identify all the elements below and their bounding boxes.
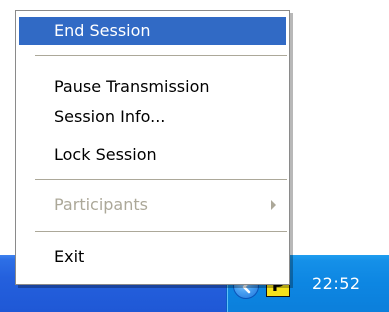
menu-separator [35, 55, 287, 56]
tray-clock[interactable]: 22:52 [312, 274, 361, 293]
menu-item-participants: Participants [19, 191, 286, 219]
menu-item-session-info[interactable]: Session Info... [19, 103, 286, 131]
menu-separator [35, 231, 287, 232]
context-menu: End Session Pause Transmission Session I… [15, 10, 290, 285]
menu-item-exit[interactable]: Exit [19, 243, 286, 271]
menu-item-end-session[interactable]: End Session [19, 17, 286, 45]
submenu-arrow-icon [271, 200, 276, 210]
menu-item-participants-label: Participants [54, 195, 148, 214]
menu-item-pause-transmission[interactable]: Pause Transmission [19, 73, 286, 101]
menu-item-lock-session[interactable]: Lock Session [19, 141, 286, 169]
menu-separator [35, 179, 287, 180]
